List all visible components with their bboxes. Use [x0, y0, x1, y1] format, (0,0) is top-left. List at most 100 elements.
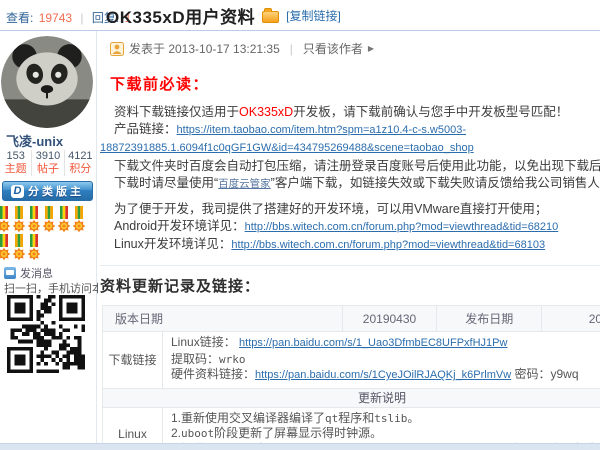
- views-label: 查看:: [6, 11, 33, 25]
- text-run: 下载文件夹时百度会自动打包压缩，请注册登录百度账号后使用此功能，以免出现下载后不…: [114, 159, 600, 173]
- medal-row: [0, 234, 96, 262]
- medal-list: [0, 206, 96, 262]
- stat-item[interactable]: 153主题: [0, 150, 32, 176]
- text-run: qt: [325, 412, 338, 425]
- stat-item[interactable]: 3910帖子: [32, 150, 64, 176]
- text-run: 产品链接：: [114, 122, 177, 136]
- linux-label: Linux: [103, 408, 163, 444]
- text-line: 1.重新使用交叉编译器编译了qt程序和tslib。: [171, 411, 600, 427]
- medal-icon: [57, 206, 71, 234]
- text-run: 密码：y9wq: [511, 367, 578, 381]
- linux-notes-cell: 1.重新使用交叉编译器编译了qt程序和tslib。2.uboot阶段更新了屏幕显…: [163, 408, 600, 444]
- text-line: 资料下载链接仅适用于OK335xD开发板，请下载前确认与您手中开发板型号匹配！: [100, 104, 600, 121]
- stat-label: 帖子: [32, 163, 63, 176]
- views-count: 19743: [39, 11, 72, 25]
- separator: |: [80, 11, 83, 25]
- text-run: Linux链接：: [171, 335, 239, 349]
- release-date-header: 发布日期: [437, 306, 542, 331]
- text-run: 程序和: [338, 411, 374, 425]
- text-run: wrko: [219, 353, 246, 366]
- author-sidebar: 飞凌-unix 153主题3910帖子4121积分 D 分类版主 发消息 扫一扫…: [0, 31, 97, 443]
- medal-icon: [12, 234, 26, 262]
- bottom-strip: [0, 443, 600, 450]
- medal-icon: [12, 206, 26, 234]
- text-line: 2.uboot阶段更新了屏幕显示得时钟源。: [171, 426, 600, 442]
- forlinx-logo-icon: D: [11, 185, 24, 198]
- text-run: 2.: [171, 426, 181, 440]
- text-run: 硬件资料链接：: [171, 367, 255, 381]
- link[interactable]: 百度云管家: [218, 178, 271, 190]
- message-icon: [4, 267, 16, 279]
- table-header-row: 版本日期 20190430 发布日期 2019: [103, 306, 600, 332]
- user-stats: 153主题3910帖子4121积分: [0, 150, 96, 176]
- link[interactable]: https://item.taobao.com/item.htm?spm=a1z…: [177, 124, 467, 136]
- medal-icon: [27, 234, 41, 262]
- text-line: 下载时请尽量使用“百度云管家”客户端下载，如链接失效或下载失败请反馈给我公司销售…: [100, 175, 600, 193]
- text-run: OK335xD: [239, 105, 293, 119]
- moderator-badge-label: 分类版主: [28, 183, 84, 199]
- release-date-value: 2019: [542, 306, 600, 331]
- notice-heading: 下载前必读：: [110, 73, 600, 94]
- stat-label: 主题: [0, 163, 31, 176]
- table-row-notes-header: 更新说明: [103, 389, 600, 408]
- post-time: 发表于 2013-10-17 13:21:35: [129, 40, 280, 57]
- stat-value: 3910: [32, 150, 63, 163]
- text-line: 硬件资料链接：https://pan.baidu.com/s/1CyeJOilR…: [171, 367, 600, 384]
- page-title: OK335xD用户资料: [106, 3, 255, 28]
- avatar[interactable]: [1, 36, 93, 128]
- forum-post-page: 查看: 19743 | 回复: 1 OK335xD用户资料 [复制链接]: [0, 0, 600, 450]
- link[interactable]: https://pan.baidu.com/s/1_Uao3DfmbEC8UFP…: [239, 337, 507, 349]
- text-run: 为了便于开发，我司提供了搭建好的开发环境，可以用VMware直接打开使用；: [114, 202, 547, 216]
- medal-row: [0, 206, 96, 234]
- post-meta: 发表于 2013-10-17 13:21:35 | 只看该作者 ▶: [110, 40, 600, 57]
- stat-value: 153: [0, 150, 31, 163]
- medal-icon: [0, 234, 11, 262]
- medal-icon: [42, 206, 56, 234]
- link[interactable]: https://pan.baidu.com/s/1CyeJOilRJAQKj_k…: [255, 369, 511, 381]
- post-content: 发表于 2013-10-17 13:21:35 | 只看该作者 ▶ 下载前必读：…: [98, 31, 600, 443]
- text-line: 下载文件夹时百度会自动打包压缩，请注册登录百度账号后使用此功能，以免出现下载后不…: [100, 158, 600, 175]
- link[interactable]: 18872391885.1.6094f1c0qGF1GW&id=43479526…: [100, 142, 474, 154]
- divider: [100, 265, 600, 266]
- qr-code: [7, 295, 85, 373]
- only-author-link[interactable]: 只看该作者: [303, 40, 363, 57]
- text-run: Linux开发环境详见：: [114, 237, 231, 251]
- copy-link-button[interactable]: [复制链接]: [286, 7, 341, 24]
- text-run: 开发板，请下载前确认与您手中开发板型号匹配！: [293, 105, 568, 119]
- chevron-right-icon: ▶: [368, 44, 374, 53]
- send-message-label: 发消息: [20, 265, 53, 281]
- separator: |: [290, 42, 293, 56]
- download-links-cell: Linux链接： https://pan.baidu.com/s/1_Uao3D…: [163, 332, 600, 388]
- moderator-badge: D 分类版主: [2, 181, 93, 201]
- title-bar: OK335xD用户资料 [复制链接]: [106, 3, 341, 28]
- text-run: tslib: [374, 412, 407, 425]
- version-date-value: 20190430: [343, 306, 438, 331]
- table-row-linux: Linux 1.重新使用交叉编译器编译了qt程序和tslib。2.uboot阶段…: [103, 408, 600, 444]
- paragraph-product: 资料下载链接仅适用于OK335xD开发板，请下载前确认与您手中开发板型号匹配！产…: [100, 104, 600, 157]
- text-line: Linux链接： https://pan.baidu.com/s/1_Uao3D…: [171, 335, 600, 352]
- text-run: 。: [407, 411, 419, 425]
- text-line: 为了便于开发，我司提供了搭建好的开发环境，可以用VMware直接打开使用；: [100, 201, 600, 218]
- text-run: Android开发环境详见：: [114, 219, 245, 233]
- text-run: 资料下载链接仅适用于: [114, 105, 239, 119]
- text-run: 阶段更新了屏幕显示得时钟源。: [214, 426, 382, 440]
- version-date-header: 版本日期: [103, 306, 343, 331]
- table-row-download: 下载链接 Linux链接： https://pan.baidu.com/s/1_…: [103, 332, 600, 389]
- author-icon: [110, 42, 124, 56]
- text-line: 提取码：wrko: [171, 352, 600, 368]
- stat-item[interactable]: 4121积分: [65, 150, 96, 176]
- text-run: ”客户端下载，如链接失效或下载失败请反馈给我公司销售人员，谢谢！: [271, 176, 600, 190]
- text-line: Linux开发环境详见：http://bbs.witech.com.cn/for…: [100, 236, 600, 254]
- update-heading: 资料更新记录及链接：: [100, 275, 600, 296]
- text-run: 1.重新使用交叉编译器编译了: [171, 411, 325, 425]
- update-notes-header: 更新说明: [103, 389, 600, 407]
- text-line: Android开发环境详见：http://bbs.witech.com.cn/f…: [100, 218, 600, 236]
- link[interactable]: http://bbs.witech.com.cn/forum.php?mod=v…: [245, 221, 559, 233]
- link[interactable]: http://bbs.witech.com.cn/forum.php?mod=v…: [231, 239, 545, 251]
- medal-icon: [72, 206, 86, 234]
- text-run: 提取码：: [171, 352, 219, 366]
- paragraph-devenv: 为了便于开发，我司提供了搭建好的开发环境，可以用VMware直接打开使用； And…: [100, 201, 600, 254]
- send-message-button[interactable]: 发消息: [4, 265, 53, 281]
- username-link[interactable]: 飞凌-unix: [6, 131, 63, 150]
- text-line: 18872391885.1.6094f1c0qGF1GW&id=43479526…: [100, 139, 600, 157]
